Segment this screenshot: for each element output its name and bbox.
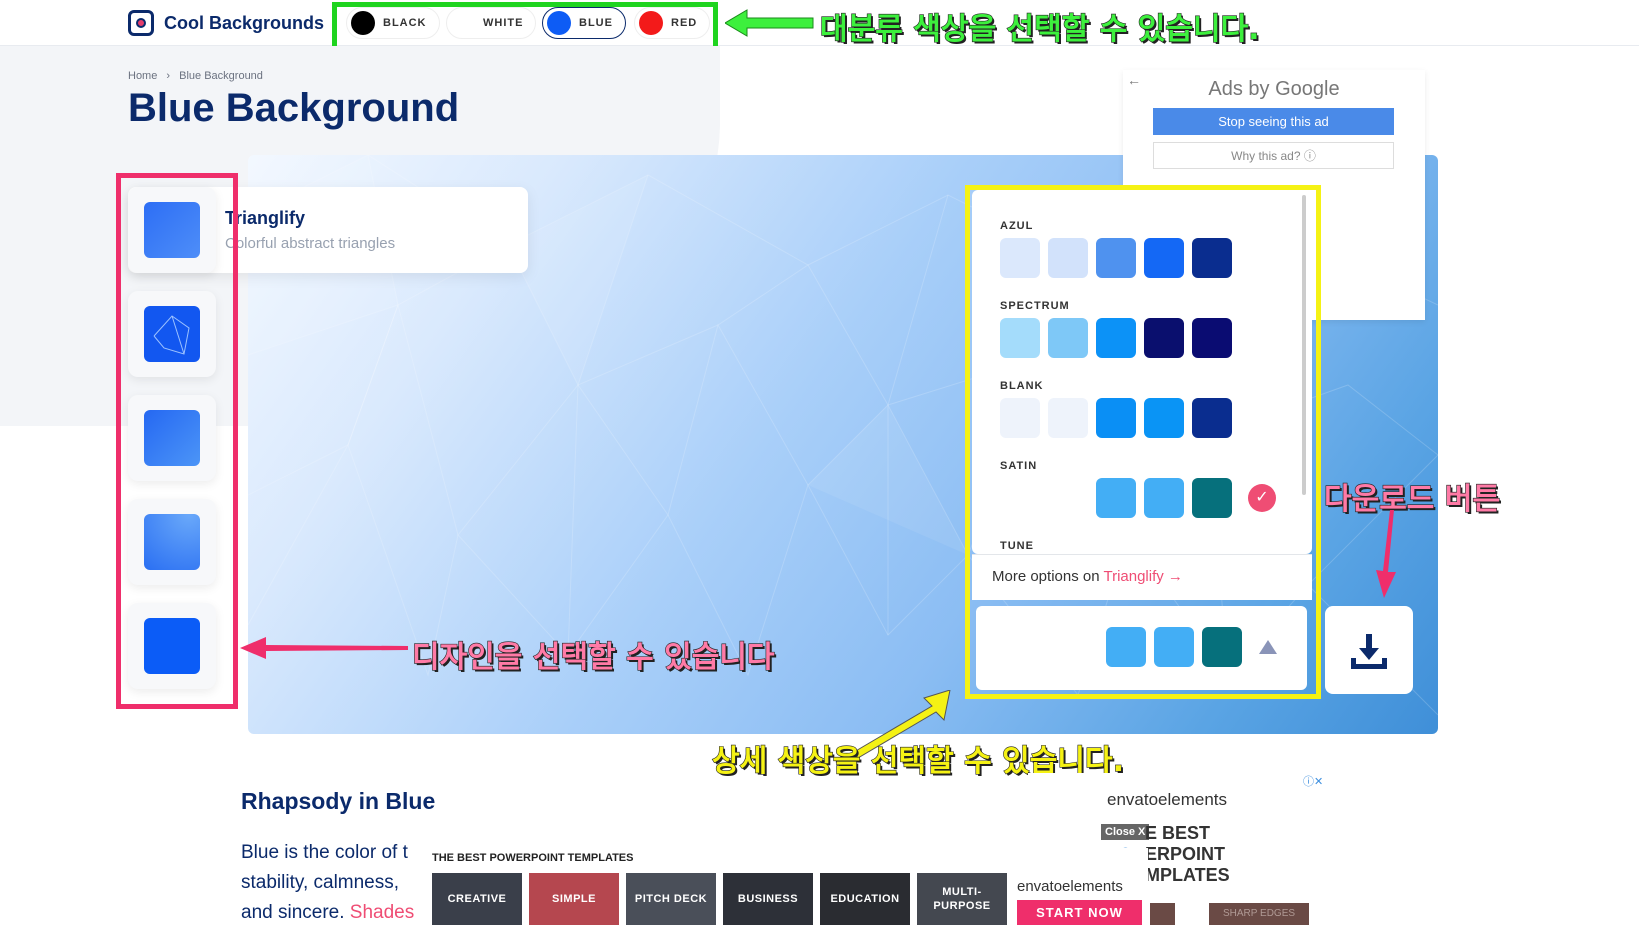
adchoices-icon[interactable]: ⓘ✕ xyxy=(1303,773,1323,789)
ad-pill: SHARP EDGES xyxy=(1209,903,1309,925)
ppt-category-simple[interactable]: SIMPLE xyxy=(529,873,619,925)
design-select-highlight-box xyxy=(116,173,238,709)
envato-logo: envatoelements xyxy=(1107,790,1228,809)
design-description: Colorful abstract triangles xyxy=(225,235,396,252)
why-this-ad-button[interactable]: Why this ad? ⓘ xyxy=(1153,142,1394,169)
start-now-button[interactable]: START NOW xyxy=(1017,900,1142,925)
annotation-color-category: 대분류 색상을 선택할 수 있습니다. xyxy=(819,11,1260,47)
section-heading: Rhapsody in Blue xyxy=(241,788,436,814)
download-button[interactable] xyxy=(1325,606,1413,694)
site-logo[interactable]: Cool Backgrounds xyxy=(128,10,324,36)
envato-headline: E BEST ERPOINT MPLATES xyxy=(1145,823,1230,885)
shades-link[interactable]: Shades xyxy=(350,902,414,923)
pink-down-arrow-icon xyxy=(1376,510,1396,598)
breadcrumb-home[interactable]: Home xyxy=(128,70,157,82)
breadcrumb: Home › Blue Background xyxy=(128,70,263,82)
ads-by-google: Ads by Google xyxy=(1208,78,1340,100)
annotation-download: 다운로드 버튼 xyxy=(1323,481,1501,517)
color-filter-highlight-box xyxy=(332,2,718,52)
download-icon xyxy=(1351,634,1387,669)
ppt-category-multipurpose[interactable]: MULTI- PURPOSE xyxy=(917,873,1007,925)
logo-icon xyxy=(128,10,154,36)
ppt-category-education[interactable]: EDUCATION xyxy=(820,873,910,925)
ppt-ad-title: THE BEST POWERPOINT TEMPLATES xyxy=(432,852,634,864)
ppt-category-pitch-deck[interactable]: PITCH DECK xyxy=(626,873,716,925)
page-title: Blue Background xyxy=(128,86,460,130)
stop-seeing-ad-button[interactable]: Stop seeing this ad xyxy=(1153,108,1394,135)
green-arrow-icon xyxy=(725,9,814,37)
pink-arrow-icon xyxy=(240,637,408,659)
article-paragraph: Blue is the color of t stability, calmne… xyxy=(241,842,415,923)
breadcrumb-current: Blue Background xyxy=(179,70,263,82)
ppt-category-business[interactable]: BUSINESS xyxy=(723,873,813,925)
detail-color-highlight-box xyxy=(965,185,1321,699)
ppt-category-creative[interactable]: CREATIVE xyxy=(432,873,522,925)
brand-name: Cool Backgrounds xyxy=(164,12,325,33)
envato-logo-2: envatoelements xyxy=(1017,878,1123,895)
close-ad-button[interactable]: Close X xyxy=(1101,824,1150,840)
annotation-design-select: 디자인을 선택할 수 있습니다 xyxy=(411,639,775,675)
ad-image-tile xyxy=(1150,903,1175,925)
